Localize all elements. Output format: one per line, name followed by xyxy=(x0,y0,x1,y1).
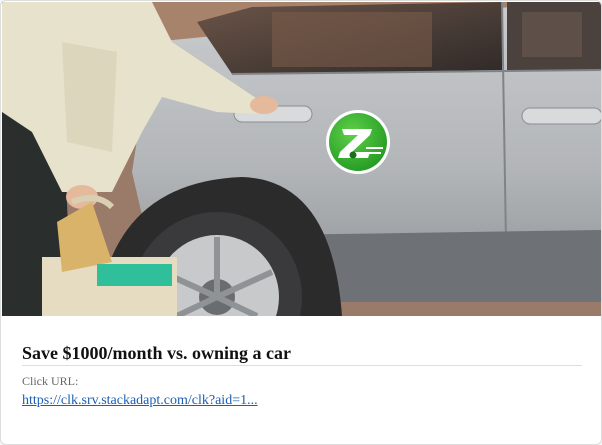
ad-preview-card: Save $1000/month vs. owning a car Click … xyxy=(0,0,602,445)
divider xyxy=(22,365,582,366)
zipcar-logo-icon xyxy=(326,110,390,174)
ad-photo-illustration xyxy=(2,2,601,316)
ad-image[interactable] xyxy=(2,2,601,316)
ad-headline: Save $1000/month vs. owning a car xyxy=(22,343,292,363)
ad-text-panel: Save $1000/month vs. owning a car Click … xyxy=(1,316,601,444)
click-url-link[interactable]: https://clk.srv.stackadapt.com/clk?aid=1… xyxy=(22,392,258,410)
click-url-label: Click URL: xyxy=(22,374,79,388)
